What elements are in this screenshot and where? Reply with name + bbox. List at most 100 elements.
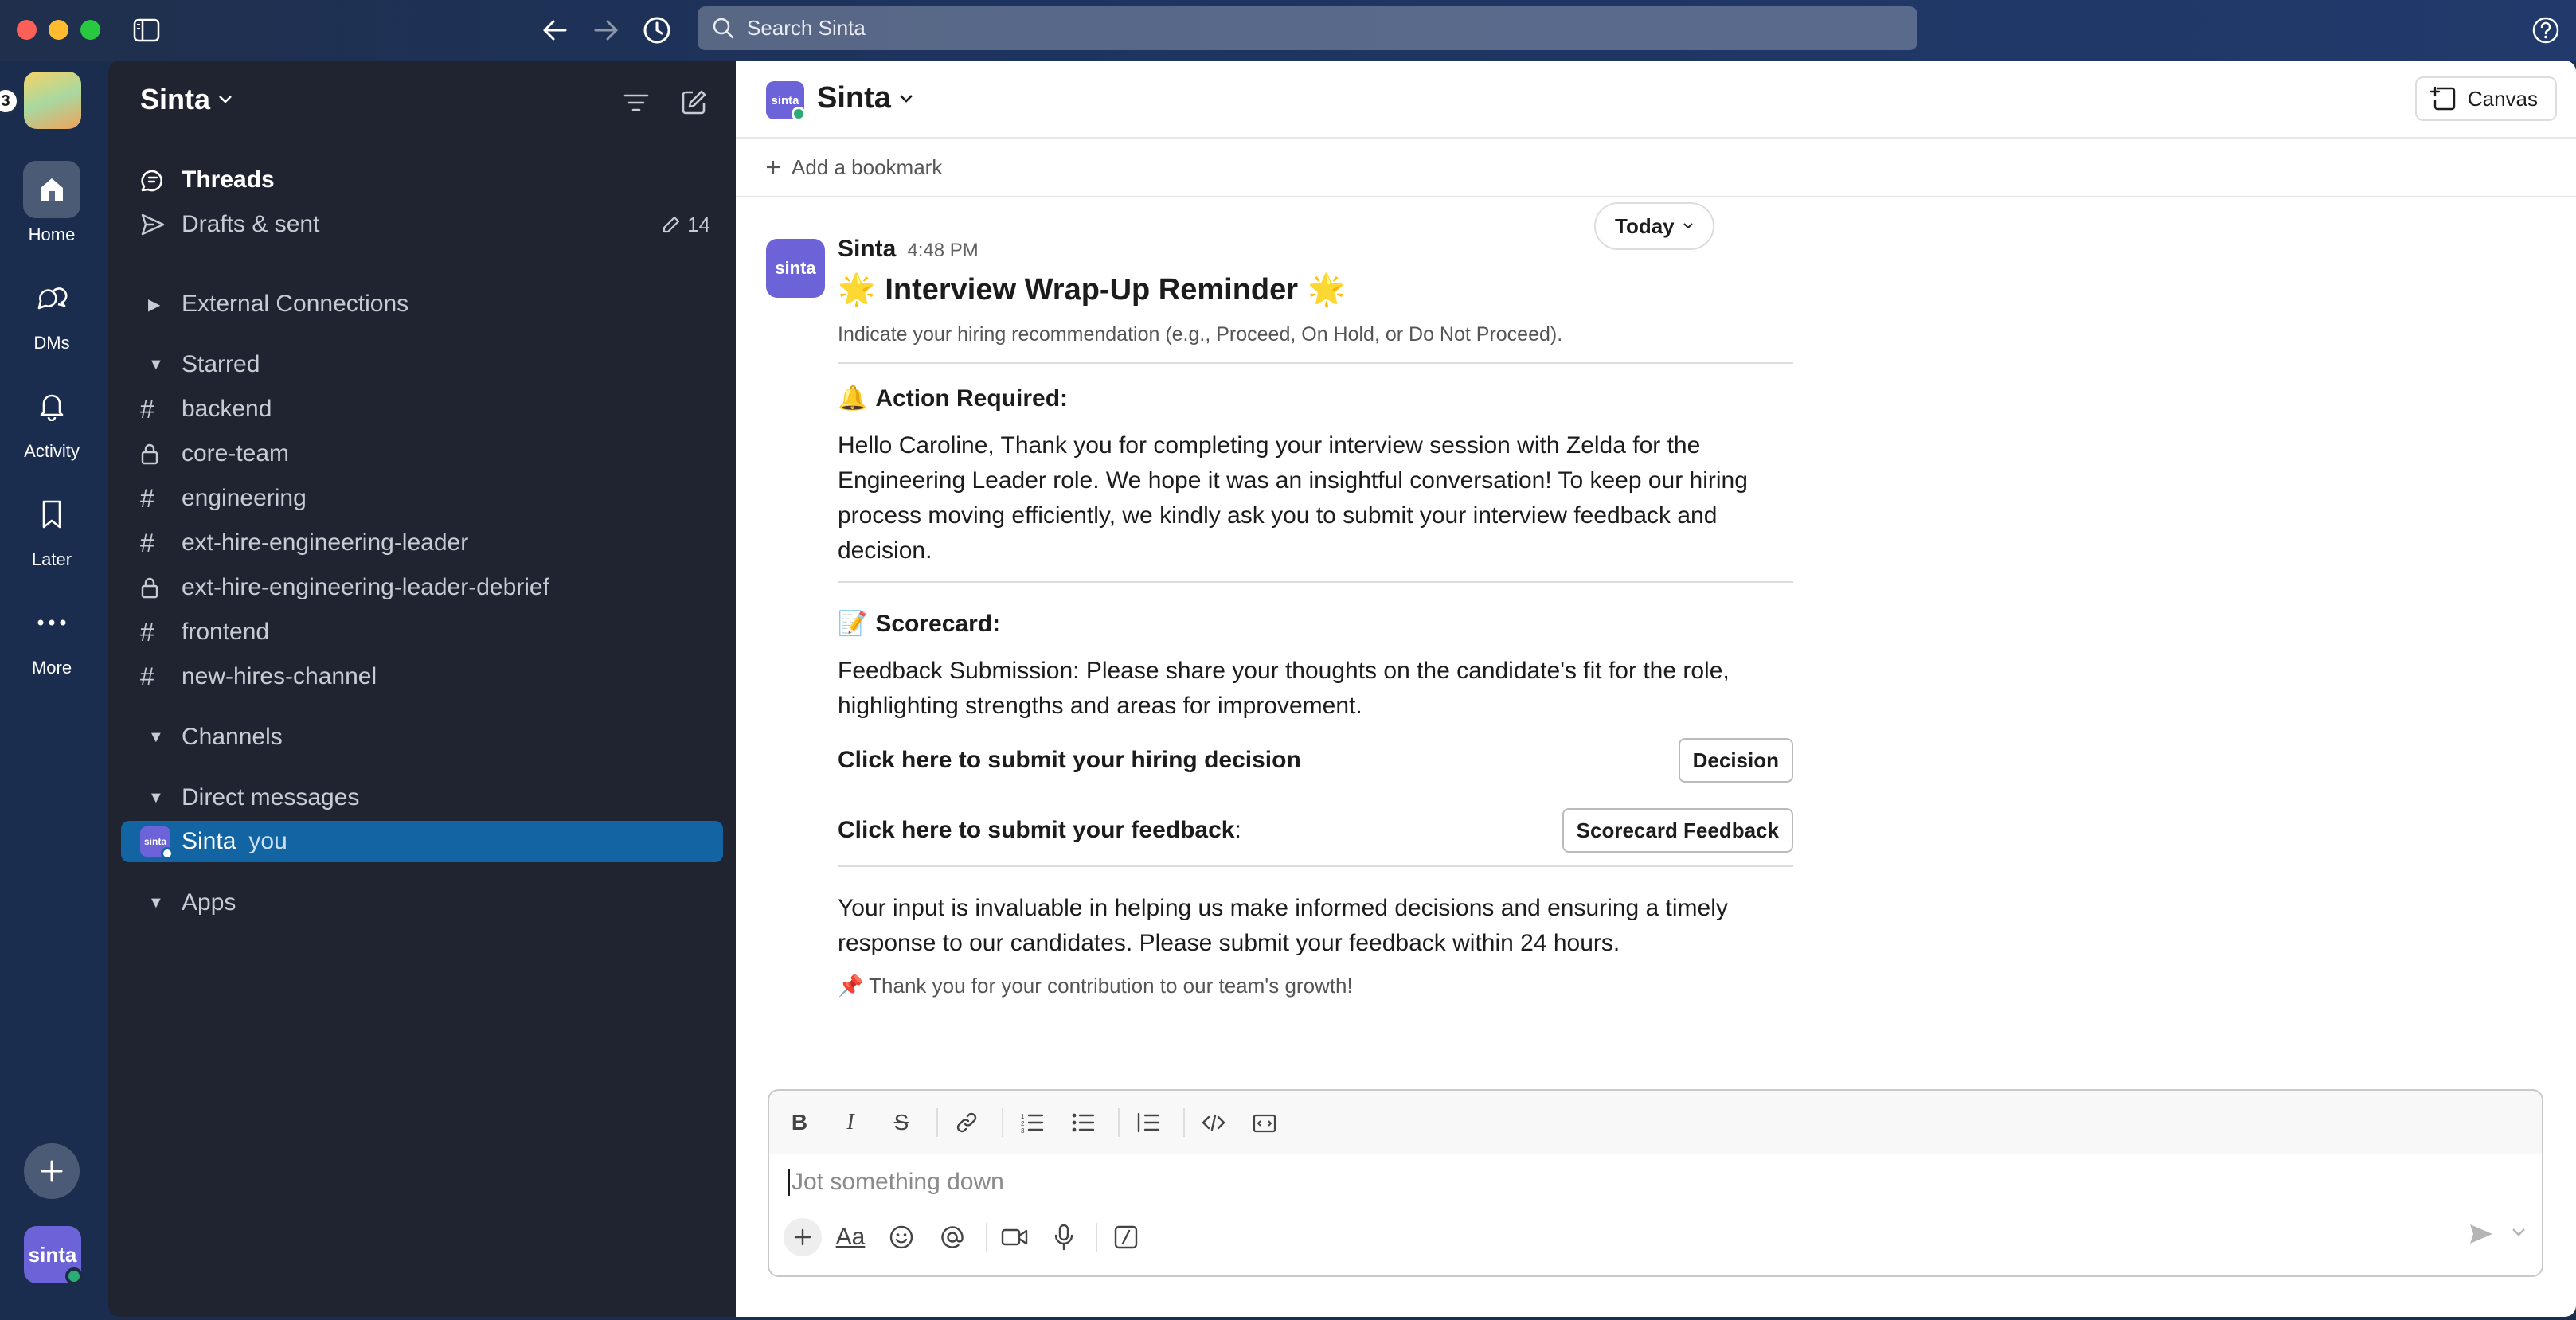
caret-down-icon: ▼ — [148, 728, 164, 746]
sidebar-section-external[interactable]: ▶ External Connections — [140, 283, 721, 325]
workspace-switcher[interactable] — [24, 72, 81, 129]
workspace-name-menu[interactable]: Sinta — [140, 83, 233, 116]
help-icon[interactable] — [2529, 14, 2562, 47]
microphone-icon[interactable] — [1045, 1218, 1083, 1256]
code-icon[interactable] — [1196, 1105, 1231, 1140]
sidebar-item-ext-hire-engineering-leader-debrief[interactable]: ext-hire-engineering-leader-debrief — [140, 567, 721, 608]
pencil-icon — [663, 216, 680, 233]
canvas-button[interactable]: Canvas — [2414, 76, 2557, 121]
sidebar-section-dms[interactable]: ▼ Direct messages — [140, 777, 721, 818]
search-bar[interactable]: Search Sinta — [698, 6, 1917, 50]
decision-button[interactable]: Decision — [1678, 738, 1793, 783]
sidebar-section-label: Channels — [182, 724, 283, 750]
pushpin-emoji: 📌 — [838, 974, 864, 998]
history-clock-icon[interactable] — [640, 14, 674, 47]
rail-home[interactable]: Home — [0, 161, 104, 245]
video-icon[interactable] — [995, 1218, 1034, 1256]
message-sender[interactable]: Sinta — [838, 236, 896, 262]
home-icon — [23, 161, 80, 218]
sidebar-toggle-icon[interactable] — [130, 14, 163, 47]
sidebar-item-ext-hire-engineering-leader[interactable]: # ext-hire-engineering-leader — [140, 522, 721, 564]
main-pane: sinta Sinta Canvas Add a bookmark Today … — [736, 61, 2576, 1317]
caret-down-icon: ▼ — [148, 893, 164, 912]
message-title: Interview Wrap-Up Reminder — [885, 272, 1299, 307]
compose-icon[interactable] — [675, 84, 712, 121]
threads-icon — [140, 167, 182, 193]
channel-name: frontend — [182, 619, 270, 645]
divider — [838, 865, 1793, 867]
mention-icon[interactable] — [933, 1218, 971, 1256]
caret-right-icon: ▶ — [148, 295, 161, 314]
add-bookmark-button[interactable]: Add a bookmark — [766, 155, 942, 180]
channel-header: sinta Sinta Canvas — [736, 61, 2576, 139]
scorecard-feedback-button[interactable]: Scorecard Feedback — [1562, 808, 1793, 853]
sidebar-item-backend[interactable]: # backend — [140, 389, 721, 430]
sidebar-section-label: External Connections — [182, 291, 409, 317]
message-avatar[interactable]: sinta — [766, 239, 825, 298]
channel-title-menu[interactable]: Sinta — [817, 81, 913, 115]
code-block-icon[interactable] — [1247, 1105, 1282, 1140]
closing-body: Your input is invaluable in helping us m… — [838, 895, 1728, 956]
formatting-toolbar: B I S 123 — [769, 1091, 2542, 1154]
scorecard-body: Feedback Submission: Please share your t… — [838, 658, 1730, 719]
filter-icon[interactable] — [618, 84, 655, 121]
sidebar-item-drafts[interactable]: Drafts & sent 14 — [140, 204, 721, 245]
blockquote-icon[interactable] — [1131, 1105, 1166, 1140]
sidebar-section-apps[interactable]: ▼ Apps — [140, 882, 721, 924]
strikethrough-icon[interactable]: S — [884, 1105, 919, 1140]
bold-icon[interactable]: B — [782, 1105, 817, 1140]
bullet-list-icon[interactable] — [1065, 1105, 1100, 1140]
text-format-icon[interactable]: Aa — [831, 1218, 870, 1256]
sidebar-section-starred[interactable]: ▼ Starred — [140, 344, 721, 385]
slash-command-icon[interactable] — [1107, 1218, 1145, 1256]
hash-icon: # — [140, 617, 154, 646]
sidebar-item-core-team[interactable]: core-team — [140, 433, 721, 474]
sidebar-item-new-hires-channel[interactable]: # new-hires-channel — [140, 656, 721, 697]
window-minimize-button[interactable] — [49, 20, 68, 40]
footer-text: Thank you for your contribution to our t… — [869, 974, 1353, 998]
emoji-icon[interactable] — [882, 1218, 921, 1256]
sidebar-item-engineering[interactable]: # engineering — [140, 478, 721, 519]
presence-dot — [161, 847, 174, 860]
message: Sinta 4:48 PM 🌟 Interview Wrap-Up Reminde… — [838, 236, 1793, 998]
send-icon[interactable] — [2469, 1223, 2494, 1245]
chevron-down-icon[interactable] — [2512, 1228, 2526, 1237]
channel-name: ext-hire-engineering-leader-debrief — [182, 574, 549, 600]
rail-more[interactable]: More — [0, 594, 104, 678]
hash-icon: # — [140, 528, 154, 557]
rail-later[interactable]: Later — [0, 486, 104, 570]
svg-text:1: 1 — [1021, 1113, 1025, 1120]
hash-icon: # — [140, 483, 154, 513]
rail-activity[interactable]: Activity — [0, 377, 104, 462]
hash-icon: # — [140, 662, 154, 691]
user-avatar[interactable]: sinta — [24, 1226, 83, 1285]
scorecard-heading-row: 📝 Scorecard: — [838, 610, 1793, 638]
message-title-row: 🌟 Interview Wrap-Up Reminder 🌟 — [838, 272, 1793, 307]
hash-icon: # — [140, 394, 154, 424]
forward-arrow-icon[interactable] — [589, 14, 623, 47]
rail-dms[interactable]: DMs — [0, 269, 104, 353]
canvas-label: Canvas — [2467, 86, 2538, 111]
message-input[interactable]: Jot something down — [788, 1169, 1004, 1196]
sidebar-section-channels[interactable]: ▼ Channels — [140, 717, 721, 758]
back-arrow-icon[interactable] — [538, 14, 572, 47]
feedback-label: Click here to submit your feedback — [838, 817, 1235, 843]
title-bar: Search Sinta — [0, 0, 2576, 61]
sidebar-item-dm-sinta[interactable]: sinta Sinta you — [121, 821, 723, 862]
add-workspace-button[interactable] — [24, 1143, 80, 1199]
channel-name: new-hires-channel — [182, 663, 377, 689]
link-icon[interactable] — [949, 1105, 984, 1140]
window-close-button[interactable] — [17, 20, 37, 40]
attach-plus-icon[interactable] — [784, 1218, 822, 1256]
action-required-heading-row: 🔔 Action Required: — [838, 385, 1793, 412]
ordered-list-icon[interactable]: 123 — [1014, 1105, 1050, 1140]
dm-you-label: you — [248, 828, 287, 854]
channel-avatar: sinta — [766, 81, 806, 121]
italic-icon[interactable]: I — [833, 1105, 868, 1140]
message-time[interactable]: 4:48 PM — [907, 240, 978, 261]
sidebar-item-threads[interactable]: Threads — [140, 159, 721, 201]
channel-name: backend — [182, 396, 272, 422]
window-zoom-button[interactable] — [80, 20, 100, 40]
chevron-down-icon — [219, 96, 232, 103]
sidebar-item-frontend[interactable]: # frontend — [140, 611, 721, 653]
